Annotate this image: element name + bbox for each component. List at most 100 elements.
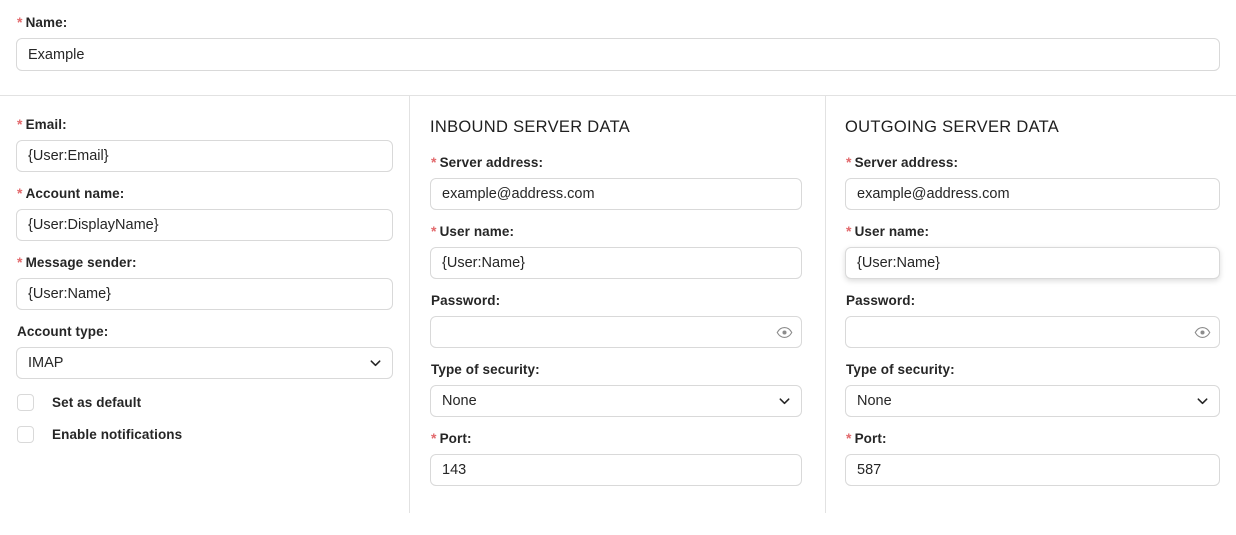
inbound-section-title: INBOUND SERVER DATA: [430, 118, 631, 136]
outgoing-server-address-label-text: Server address:: [854, 155, 959, 170]
required-asterisk-icon: *: [846, 430, 852, 446]
outgoing-server-column: OUTGOING SERVER DATA *Server address: *U…: [826, 96, 1236, 535]
eye-icon: [776, 326, 792, 338]
inbound-user-name-label: * User name:: [430, 223, 802, 247]
field-outgoing-server-address: * Server address:: [845, 154, 1220, 210]
enable-notifications-row[interactable]: Enable notifications: [16, 426, 393, 443]
set-as-default-checkbox[interactable]: [17, 394, 34, 411]
account-name-label-text: Account name:: [25, 186, 125, 201]
outgoing-section-title: OUTGOING SERVER DATA: [845, 118, 1060, 136]
inbound-security-type-label-text: Type of security:: [431, 362, 540, 377]
outgoing-security-type-label: Type of security:: [845, 361, 1220, 385]
email-input[interactable]: [16, 140, 393, 172]
message-sender-input[interactable]: [16, 278, 393, 310]
email-label-text: Email:: [25, 117, 67, 132]
inbound-password-input[interactable]: [430, 316, 802, 348]
outgoing-port-input[interactable]: [845, 454, 1220, 486]
field-inbound-server-address: * Server address:: [430, 154, 802, 210]
outgoing-password-label: Password:: [845, 292, 1220, 316]
outgoing-security-type-select[interactable]: [845, 385, 1220, 417]
required-asterisk-icon: *: [431, 154, 437, 170]
inbound-password-wrapper: [430, 316, 802, 348]
field-account-name: * Account name:: [16, 185, 393, 241]
required-asterisk-icon: *: [17, 254, 23, 270]
inbound-password-label: Password:: [430, 292, 802, 316]
account-type-label-text: Account type:: [17, 324, 109, 339]
inbound-security-type-select-wrapper[interactable]: [430, 385, 802, 417]
required-asterisk-icon: *: [17, 185, 23, 201]
inbound-port-label-text: Port:: [439, 431, 472, 446]
outgoing-password-input[interactable]: [845, 316, 1220, 348]
enable-notifications-label: Enable notifications: [52, 427, 183, 442]
account-settings-form: *Name: *Email: *Account name: *Message s…: [0, 0, 1236, 535]
inbound-server-address-input[interactable]: [430, 178, 802, 210]
outgoing-password-wrapper: [845, 316, 1220, 348]
field-email: * Email:: [16, 116, 393, 172]
field-account-type: Account type:: [16, 323, 393, 379]
set-as-default-label: Set as default: [52, 395, 142, 410]
field-inbound-security-type: Type of security:: [430, 361, 802, 417]
inbound-security-type-label: Type of security:: [430, 361, 802, 385]
field-outgoing-port: * Port:: [845, 430, 1220, 486]
outgoing-user-name-input[interactable]: [845, 247, 1220, 279]
inbound-port-input[interactable]: [430, 454, 802, 486]
field-outgoing-user-name: * User name:: [845, 223, 1220, 279]
outgoing-port-label-text: Port:: [854, 431, 887, 446]
columns-container: *Email: *Account name: *Message sender: …: [0, 96, 1236, 535]
inbound-user-name-input[interactable]: [430, 247, 802, 279]
email-label: * Email:: [16, 116, 393, 140]
enable-notifications-checkbox[interactable]: [17, 426, 34, 443]
inbound-port-label: * Port:: [430, 430, 802, 454]
required-asterisk-icon: *: [431, 223, 437, 239]
inbound-server-address-label-text: Server address:: [439, 155, 544, 170]
outgoing-user-name-label-text: User name:: [854, 224, 930, 239]
required-asterisk-icon: *: [17, 14, 23, 30]
inbound-server-column: INBOUND SERVER DATA *Server address: *Us…: [409, 96, 826, 535]
outgoing-port-label: * Port:: [845, 430, 1220, 454]
inbound-password-label-text: Password:: [431, 293, 501, 308]
inbound-user-name-label-text: User name:: [439, 224, 515, 239]
account-type-select[interactable]: [16, 347, 393, 379]
account-type-select-wrapper[interactable]: [16, 347, 393, 379]
outgoing-user-name-label: * User name:: [845, 223, 1220, 247]
required-asterisk-icon: *: [846, 223, 852, 239]
outgoing-security-type-label-text: Type of security:: [846, 362, 955, 377]
outgoing-password-reveal-button[interactable]: [1193, 323, 1211, 341]
inbound-password-reveal-button[interactable]: [775, 323, 793, 341]
field-message-sender: * Message sender:: [16, 254, 393, 310]
name-label: * Name:: [16, 14, 1220, 38]
outgoing-server-address-input[interactable]: [845, 178, 1220, 210]
account-name-label: * Account name:: [16, 185, 393, 209]
required-asterisk-icon: *: [846, 154, 852, 170]
field-inbound-user-name: * User name:: [430, 223, 802, 279]
inbound-server-address-label: * Server address:: [430, 154, 802, 178]
set-as-default-row[interactable]: Set as default: [16, 394, 393, 411]
outgoing-server-address-label: * Server address:: [845, 154, 1220, 178]
required-asterisk-icon: *: [17, 116, 23, 132]
field-inbound-password: Password:: [430, 292, 802, 348]
eye-icon: [1194, 326, 1210, 338]
name-section: * Name:: [0, 0, 1236, 71]
account-details-column: *Email: *Account name: *Message sender: …: [0, 96, 409, 535]
outgoing-security-type-select-wrapper[interactable]: [845, 385, 1220, 417]
outgoing-password-label-text: Password:: [846, 293, 916, 308]
name-input[interactable]: [16, 38, 1220, 71]
field-inbound-port: * Port:: [430, 430, 802, 486]
required-asterisk-icon: *: [431, 430, 437, 446]
inbound-security-type-select[interactable]: [430, 385, 802, 417]
field-name: * Name:: [16, 14, 1220, 71]
account-name-input[interactable]: [16, 209, 393, 241]
message-sender-label-text: Message sender:: [25, 255, 137, 270]
field-outgoing-password: Password:: [845, 292, 1220, 348]
